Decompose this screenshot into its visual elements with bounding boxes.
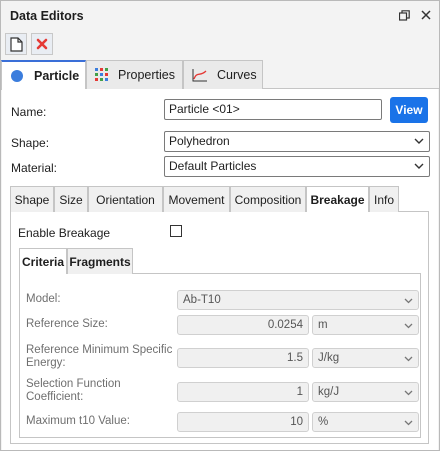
data-editors-window: Data Editors Particle Properties Curves … bbox=[0, 0, 440, 451]
chevron-down-icon bbox=[404, 420, 413, 426]
tab-breakage[interactable]: Breakage bbox=[306, 186, 369, 213]
name-label: Name: bbox=[11, 105, 47, 119]
window-title: Data Editors bbox=[10, 9, 84, 23]
enable-breakage-label: Enable Breakage bbox=[18, 226, 111, 240]
model-label: Model: bbox=[26, 293, 61, 305]
material-select[interactable]: Default Particles bbox=[164, 156, 430, 177]
reference-size-unit-select[interactable]: m bbox=[312, 315, 419, 335]
chevron-down-icon bbox=[404, 323, 413, 329]
tab-size[interactable]: Size bbox=[54, 186, 88, 212]
reference-size-input[interactable]: 0.0254 bbox=[177, 315, 309, 335]
tab-particle[interactable]: Particle bbox=[1, 60, 86, 90]
new-document-icon bbox=[9, 36, 23, 52]
chevron-down-icon bbox=[414, 163, 424, 169]
tab-criteria[interactable]: Criteria bbox=[19, 248, 67, 275]
grid-icon bbox=[95, 68, 108, 81]
selection-coefficient-label: Selection Function Coefficient: bbox=[26, 378, 121, 403]
main-tabs: Particle Properties Curves bbox=[1, 60, 439, 90]
tab-movement[interactable]: Movement bbox=[163, 186, 230, 212]
shape-select[interactable]: Polyhedron bbox=[164, 131, 430, 152]
max-t10-label: Maximum t10 Value: bbox=[26, 415, 130, 427]
shape-label: Shape: bbox=[11, 136, 50, 150]
delete-button[interactable] bbox=[31, 33, 53, 55]
selection-coefficient-input[interactable]: 1 bbox=[177, 382, 309, 402]
tab-fragments[interactable]: Fragments bbox=[67, 248, 133, 274]
chevron-down-icon bbox=[404, 390, 413, 396]
chevron-down-icon bbox=[404, 298, 413, 304]
new-document-button[interactable] bbox=[5, 33, 27, 55]
tab-shape[interactable]: Shape bbox=[10, 186, 54, 212]
breakage-tab-content: Enable Breakage Criteria Fragments Model… bbox=[10, 212, 429, 444]
tab-composition[interactable]: Composition bbox=[230, 186, 306, 212]
tab-properties[interactable]: Properties bbox=[86, 60, 183, 89]
delete-x-icon bbox=[36, 38, 48, 50]
restore-icon[interactable] bbox=[396, 7, 412, 23]
particle-panel: Name: Particle <01> View Shape: Polyhedr… bbox=[2, 89, 438, 450]
view-button[interactable]: View bbox=[390, 97, 428, 123]
material-label: Material: bbox=[11, 161, 58, 175]
name-input[interactable]: Particle <01> bbox=[164, 99, 382, 120]
reference-size-label: Reference Size: bbox=[26, 318, 108, 330]
max-t10-input[interactable]: 10 bbox=[177, 412, 309, 432]
ref-energy-unit-select[interactable]: J/kg bbox=[312, 348, 419, 368]
ref-energy-label: Reference Minimum Specific Energy: bbox=[26, 344, 173, 369]
model-select[interactable]: Ab-T10 bbox=[177, 290, 419, 310]
circle-icon bbox=[11, 70, 23, 82]
breakage-inner-tabs: Criteria Fragments bbox=[19, 248, 421, 275]
enable-breakage-checkbox[interactable] bbox=[170, 225, 182, 237]
chart-icon bbox=[192, 69, 207, 82]
particle-sub-tabs: Shape Size Orientation Movement Composit… bbox=[10, 186, 429, 213]
tab-curves[interactable]: Curves bbox=[183, 60, 263, 89]
selection-coefficient-unit-select[interactable]: kg/J bbox=[312, 382, 419, 402]
title-bar: Data Editors bbox=[1, 1, 439, 31]
tab-info[interactable]: Info bbox=[369, 186, 399, 212]
criteria-panel: Model: Ab-T10 Reference Size: 0.0254 m R… bbox=[19, 274, 421, 438]
tab-orientation[interactable]: Orientation bbox=[88, 186, 163, 212]
max-t10-unit-select[interactable]: % bbox=[312, 412, 419, 432]
close-icon[interactable] bbox=[418, 7, 434, 23]
toolbar bbox=[1, 31, 439, 59]
ref-energy-input[interactable]: 1.5 bbox=[177, 348, 309, 368]
chevron-down-icon bbox=[404, 356, 413, 362]
chevron-down-icon bbox=[414, 138, 424, 144]
